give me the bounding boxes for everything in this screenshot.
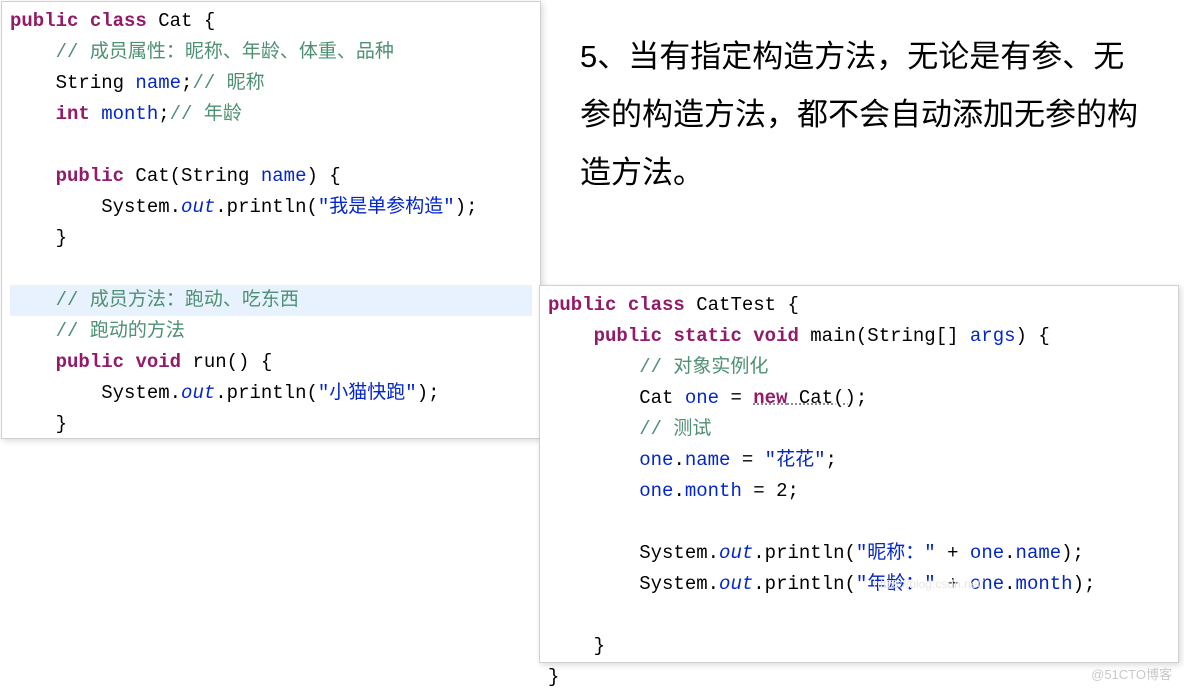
comment-attrs: // 成员属性：昵称、年龄、体重、品种 bbox=[56, 41, 394, 63]
eq: = bbox=[719, 387, 753, 409]
type-cat: Cat bbox=[639, 387, 685, 409]
param-args: args bbox=[970, 325, 1016, 347]
highlighted-line: // 成员方法：跑动、吃东西 bbox=[10, 285, 532, 316]
param-name: name bbox=[261, 165, 307, 187]
comment-instantiate: // 对象实例化 bbox=[639, 356, 768, 378]
num-literal: 2 bbox=[776, 480, 787, 502]
keyword-int: int bbox=[56, 103, 90, 125]
type-string: String bbox=[56, 72, 124, 94]
field-name: name bbox=[124, 72, 181, 94]
out-field: out bbox=[181, 382, 215, 404]
field-name: name bbox=[685, 449, 731, 471]
note-text: 5、当有指定构造方法，无论是有参、无参的构造方法，都不会自动添加无参的构造方法。 bbox=[580, 28, 1140, 202]
system: System. bbox=[101, 196, 181, 218]
close-paren: ) { bbox=[1016, 325, 1050, 347]
println: .println( bbox=[753, 542, 856, 564]
class-name: Cat bbox=[158, 10, 192, 32]
keyword-new: new bbox=[753, 387, 787, 409]
brace: { bbox=[192, 10, 215, 32]
brace-close: } bbox=[56, 227, 67, 249]
keyword-public: public bbox=[56, 165, 124, 187]
system: System. bbox=[101, 382, 181, 404]
watermark-51cto: @51CTO博客 bbox=[1091, 664, 1172, 683]
system: System. bbox=[639, 573, 719, 595]
string-literal: "小猫快跑" bbox=[318, 382, 417, 404]
ctor-call: Cat() bbox=[787, 387, 855, 409]
stmt-end: ); bbox=[1073, 573, 1096, 595]
dot: . bbox=[1004, 573, 1015, 595]
keyword-class: class bbox=[628, 294, 685, 316]
semi: ; bbox=[856, 387, 867, 409]
code-panel-cattest: public class CatTest { public static voi… bbox=[539, 285, 1179, 663]
field-month: month bbox=[685, 480, 742, 502]
method-run: run() { bbox=[181, 351, 272, 373]
semi: ; bbox=[787, 480, 798, 502]
eq: = bbox=[730, 449, 764, 471]
string-literal: "我是单参构造" bbox=[318, 196, 455, 218]
eq: = bbox=[742, 480, 776, 502]
brace: { bbox=[776, 294, 799, 316]
brace-close: } bbox=[594, 635, 605, 657]
comment-methods: // 成员方法：跑动、吃东西 bbox=[56, 289, 299, 311]
keyword-static: static bbox=[673, 325, 741, 347]
comment-run: // 跑动的方法 bbox=[56, 320, 185, 342]
keyword-public: public bbox=[10, 10, 78, 32]
brace-close: } bbox=[56, 413, 67, 435]
var-one: one bbox=[970, 542, 1004, 564]
println: .println( bbox=[215, 382, 318, 404]
stmt-end: ); bbox=[1061, 542, 1084, 564]
string-literal: "昵称：" bbox=[856, 542, 936, 564]
keyword-public: public bbox=[56, 351, 124, 373]
keyword-void: void bbox=[135, 351, 181, 373]
dot: . bbox=[673, 480, 684, 502]
field-month: month bbox=[90, 103, 158, 125]
out-field: out bbox=[181, 196, 215, 218]
semi: ; bbox=[181, 72, 192, 94]
plus: + bbox=[936, 542, 970, 564]
field-name: name bbox=[1016, 542, 1062, 564]
field-month: month bbox=[1016, 573, 1073, 595]
keyword-public: public bbox=[548, 294, 616, 316]
keyword-void: void bbox=[753, 325, 799, 347]
main-sig: main(String[] bbox=[799, 325, 970, 347]
comment-nickname: // 昵称 bbox=[192, 72, 264, 94]
println: .println( bbox=[753, 573, 856, 595]
var-one: one bbox=[639, 480, 673, 502]
var-one: one bbox=[685, 387, 719, 409]
stmt-end: ); bbox=[417, 382, 440, 404]
stmt-end: ); bbox=[455, 196, 478, 218]
out-field: out bbox=[719, 573, 753, 595]
semi: ; bbox=[825, 449, 836, 471]
dot: . bbox=[673, 449, 684, 471]
var-one: one bbox=[639, 449, 673, 471]
ctor-sig: Cat(String bbox=[124, 165, 261, 187]
println: .println( bbox=[215, 196, 318, 218]
out-field: out bbox=[719, 542, 753, 564]
comment-test: // 测试 bbox=[639, 418, 711, 440]
keyword-class: class bbox=[90, 10, 147, 32]
system: System. bbox=[639, 542, 719, 564]
close-paren: ) { bbox=[306, 165, 340, 187]
brace-close: } bbox=[548, 666, 559, 688]
string-literal: "花花" bbox=[765, 449, 826, 471]
comment-age: // 年龄 bbox=[170, 103, 242, 125]
code-panel-cat: public class Cat { // 成员属性：昵称、年龄、体重、品种 S… bbox=[1, 1, 541, 439]
semi: ; bbox=[158, 103, 169, 125]
keyword-public: public bbox=[594, 325, 662, 347]
class-name: CatTest bbox=[696, 294, 776, 316]
watermark-csdn: https://blog.csdn.net/ bbox=[873, 577, 984, 591]
dot: . bbox=[1004, 542, 1015, 564]
